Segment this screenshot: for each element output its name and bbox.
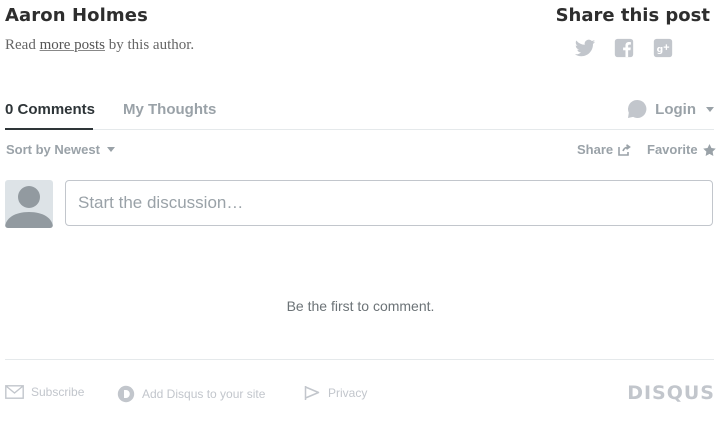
user-silhouette-icon [5, 186, 53, 228]
favorite-label: Favorite [647, 142, 698, 157]
add-disqus-link[interactable]: Add Disqus to your site [117, 385, 265, 403]
login-label: Login [655, 100, 696, 118]
author-name: Aaron Holmes [5, 5, 148, 26]
privacy-flag-icon [304, 386, 320, 400]
login-menu[interactable]: Login [627, 99, 714, 119]
tab-my-thoughts[interactable]: My Thoughts [123, 101, 216, 118]
disqus-logo[interactable]: DISQUS [627, 382, 715, 404]
share-arrow-icon [618, 143, 631, 156]
google-plus-icon[interactable]: g [652, 37, 674, 59]
privacy-label: Privacy [328, 386, 368, 400]
envelope-icon [5, 385, 24, 399]
chat-bubble-icon [628, 99, 647, 118]
privacy-link[interactable]: Privacy [304, 385, 367, 401]
sort-label: Sort by Newest [6, 142, 100, 157]
twitter-icon[interactable] [574, 37, 596, 59]
active-tab-indicator [5, 128, 93, 130]
discussion-input[interactable] [65, 180, 713, 226]
add-disqus-label: Add Disqus to your site [142, 387, 266, 401]
avatar [5, 180, 53, 228]
favorite-button[interactable]: Favorite [647, 142, 716, 157]
svg-text:g: g [657, 44, 664, 55]
more-posts-link[interactable]: more posts [40, 37, 105, 53]
chevron-down-icon [706, 106, 714, 112]
sort-dropdown[interactable]: Sort by Newest [6, 142, 115, 157]
tabs-divider [5, 129, 714, 130]
read-suffix: by this author. [108, 37, 195, 53]
read-prefix: Read [5, 37, 36, 53]
empty-comments-message: Be the first to comment. [286, 298, 435, 314]
share-title: Share this post [555, 5, 710, 26]
star-icon [702, 143, 716, 156]
disqus-d-icon [117, 385, 135, 403]
share-thread-button[interactable]: Share [577, 142, 631, 157]
share-label: Share [577, 142, 614, 157]
chevron-down-icon [106, 147, 115, 152]
subscribe-label: Subscribe [31, 385, 85, 399]
tab-comments[interactable]: 0 Comments [5, 101, 95, 118]
subscribe-link[interactable]: Subscribe [5, 385, 84, 399]
footer-divider [5, 359, 714, 360]
author-more-posts-line: Read more posts by this author. [5, 37, 194, 54]
facebook-icon[interactable] [613, 37, 635, 59]
